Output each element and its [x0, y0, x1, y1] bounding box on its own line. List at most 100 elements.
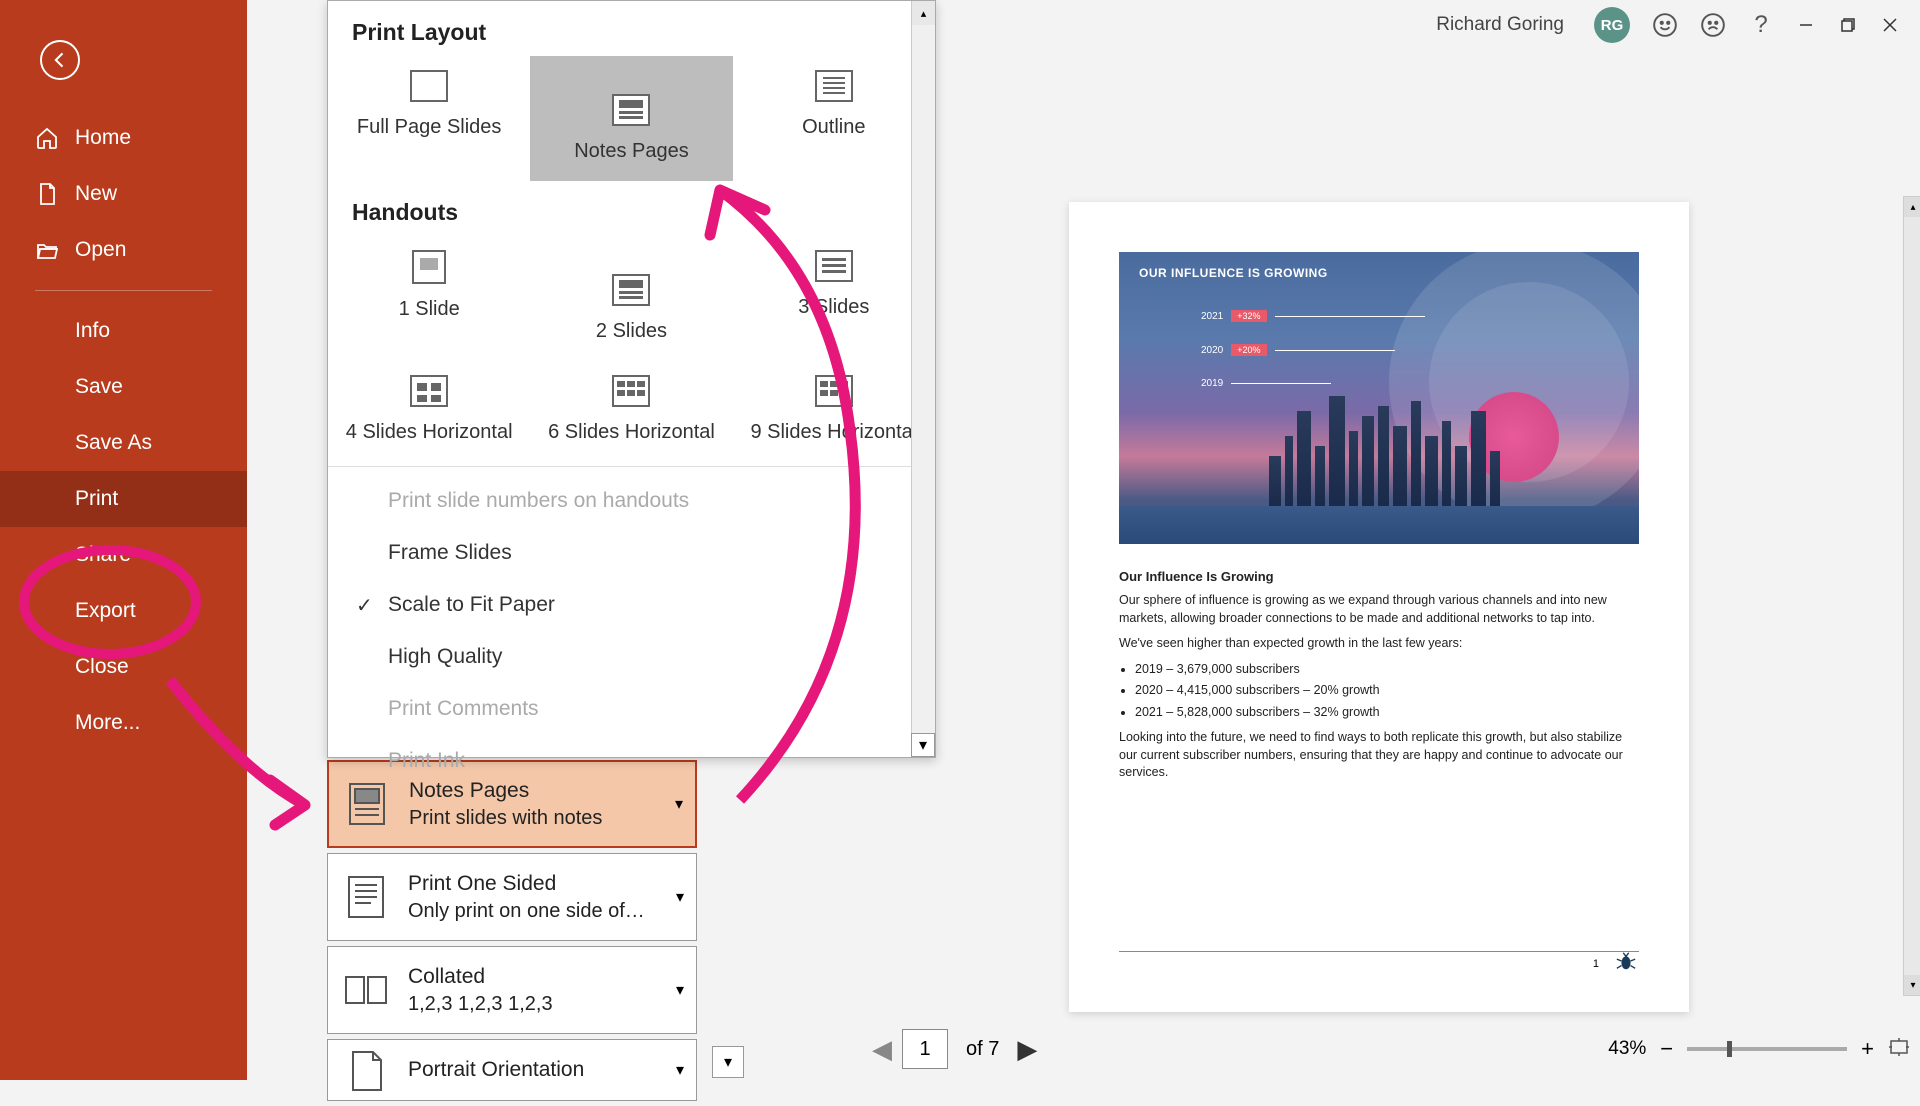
zoom-in-button[interactable]: + — [1861, 1036, 1874, 1062]
layout-outline[interactable]: Outline — [733, 56, 935, 181]
handout-1-slide[interactable]: 1 Slide — [328, 236, 530, 361]
notes-bullet: 2019 – 3,679,000 subscribers — [1135, 661, 1639, 679]
chevron-down-icon: ▾ — [676, 980, 684, 1000]
handout-3-slides[interactable]: 3 Slides — [733, 236, 935, 361]
nav-export[interactable]: Export — [0, 583, 247, 639]
layout-notes-pages[interactable]: Notes Pages — [530, 56, 732, 181]
one-sided-icon — [344, 875, 388, 919]
collated-icon — [344, 968, 388, 1012]
handout-1-icon — [412, 250, 446, 284]
handout-4-icon — [410, 375, 448, 407]
handout-4-horizontal[interactable]: 4 Slides Horizontal — [328, 361, 530, 462]
nav-label: New — [75, 182, 117, 206]
notes-paragraph: Our sphere of influence is growing as we… — [1119, 592, 1639, 627]
frown-icon[interactable] — [1700, 12, 1726, 38]
dropdown-section-header: Handouts — [328, 181, 935, 236]
setting-subtitle: Only print on one side of… — [408, 900, 680, 923]
slide-title: OUR INFLUENCE IS GROWING — [1139, 266, 1328, 280]
nav-label: Open — [75, 238, 126, 262]
setting-orientation[interactable]: Portrait Orientation ▾ — [327, 1039, 697, 1101]
nav-print[interactable]: Print — [0, 471, 247, 527]
layout-dropdown: Print Layout Full Page Slides Notes Page… — [327, 0, 936, 758]
nav-new[interactable]: New — [0, 166, 247, 222]
scroll-down-icon[interactable]: ▾ — [1904, 975, 1920, 995]
portrait-icon — [344, 1048, 388, 1092]
layout-full-page-slides[interactable]: Full Page Slides — [328, 56, 530, 181]
nav-home[interactable]: Home — [0, 110, 247, 166]
opt-print-ink: Print Ink — [328, 735, 935, 787]
backstage-sidebar: Home New Open Info Save Save As Print Sh… — [0, 0, 247, 1080]
setting-title: Print One Sided — [408, 872, 680, 896]
speaker-notes: Our Influence Is Growing Our sphere of i… — [1119, 568, 1639, 782]
opt-frame-slides[interactable]: Frame Slides — [328, 527, 935, 579]
handout-6-icon — [612, 375, 650, 407]
nav-close[interactable]: Close — [0, 639, 247, 695]
handout-label: 2 Slides — [530, 320, 732, 343]
settings-scroll-down-button[interactable]: ▾ — [712, 1046, 744, 1078]
opt-print-comments: Print Comments — [328, 683, 935, 735]
handout-2-icon — [612, 274, 650, 306]
layout-label: Notes Pages — [530, 140, 732, 163]
dropdown-section-header: Print Layout — [328, 1, 935, 56]
page-number: 1 — [1593, 958, 1599, 970]
minimize-icon[interactable] — [1796, 15, 1816, 35]
prev-page-button[interactable]: ◀ — [872, 1034, 892, 1065]
scroll-down-icon[interactable]: ▾ — [911, 733, 935, 757]
setting-sides[interactable]: Print One Sided Only print on one side o… — [327, 853, 697, 941]
handout-9-icon — [815, 375, 853, 407]
notes-paragraph: We've seen higher than expected growth i… — [1119, 635, 1639, 653]
layout-label: Full Page Slides — [328, 116, 530, 139]
opt-slide-numbers: Print slide numbers on handouts — [328, 475, 935, 527]
setting-subtitle: Print slides with notes — [409, 807, 679, 830]
nav-share[interactable]: Share — [0, 527, 247, 583]
close-icon[interactable] — [1880, 15, 1900, 35]
opt-high-quality[interactable]: High Quality — [328, 631, 935, 683]
slide-icon — [410, 70, 448, 102]
user-name: Richard Goring — [1436, 14, 1564, 36]
nav-open[interactable]: Open — [0, 222, 247, 278]
nav-saveas[interactable]: Save As — [0, 415, 247, 471]
page-input[interactable] — [902, 1029, 948, 1069]
chevron-down-icon: ▾ — [676, 887, 684, 907]
handout-label: 3 Slides — [733, 296, 935, 319]
layout-label: Outline — [733, 116, 935, 139]
handout-label: 4 Slides Horizontal — [328, 421, 530, 444]
page-total: of 7 — [966, 1038, 999, 1061]
handout-3-icon — [815, 250, 853, 282]
next-page-button[interactable]: ▶ — [1017, 1034, 1037, 1065]
handout-6-horizontal[interactable]: 6 Slides Horizontal — [530, 361, 732, 462]
fit-to-window-button[interactable] — [1888, 1036, 1910, 1063]
document-icon — [35, 182, 59, 206]
dropdown-scrollbar[interactable]: ▴ ▾ — [911, 1, 935, 757]
scroll-up-icon[interactable]: ▴ — [1904, 197, 1920, 217]
avatar[interactable]: RG — [1594, 7, 1630, 43]
chevron-down-icon: ▾ — [675, 794, 683, 814]
notes-title: Our Influence Is Growing — [1119, 568, 1639, 586]
scroll-up-icon[interactable]: ▴ — [912, 1, 935, 25]
chevron-down-icon: ▾ — [676, 1060, 684, 1080]
home-icon — [35, 126, 59, 150]
zoom-out-button[interactable]: − — [1660, 1036, 1673, 1062]
restore-icon[interactable] — [1838, 15, 1858, 35]
nav-more[interactable]: More... — [0, 695, 247, 751]
handout-label: 6 Slides Horizontal — [530, 421, 732, 444]
folder-open-icon — [35, 238, 59, 262]
setting-subtitle: 1,2,3 1,2,3 1,2,3 — [408, 993, 680, 1016]
setting-collate[interactable]: Collated 1,2,3 1,2,3 1,2,3 ▾ — [327, 946, 697, 1034]
back-button[interactable] — [40, 40, 80, 80]
handout-label: 9 Slides Horizontal — [733, 421, 935, 444]
notes-icon — [612, 94, 650, 126]
zoom-slider[interactable] — [1687, 1047, 1847, 1051]
nav-info[interactable]: Info — [0, 303, 247, 359]
preview-scrollbar[interactable]: ▴ ▾ — [1903, 196, 1920, 996]
opt-scale-to-fit[interactable]: Scale to Fit Paper — [328, 579, 935, 631]
slide-thumbnail: OUR INFLUENCE IS GROWING 2021+32% 2020+2… — [1119, 252, 1639, 544]
smile-icon[interactable] — [1652, 12, 1678, 38]
logo-icon — [1615, 950, 1637, 972]
handout-9-horizontal[interactable]: 9 Slides Horizontal — [733, 361, 935, 462]
setting-title: Collated — [408, 965, 680, 989]
handout-2-slides[interactable]: 2 Slides — [530, 236, 732, 361]
nav-save[interactable]: Save — [0, 359, 247, 415]
help-icon[interactable]: ? — [1748, 12, 1774, 38]
notes-bullet: 2020 – 4,415,000 subscribers – 20% growt… — [1135, 682, 1639, 700]
